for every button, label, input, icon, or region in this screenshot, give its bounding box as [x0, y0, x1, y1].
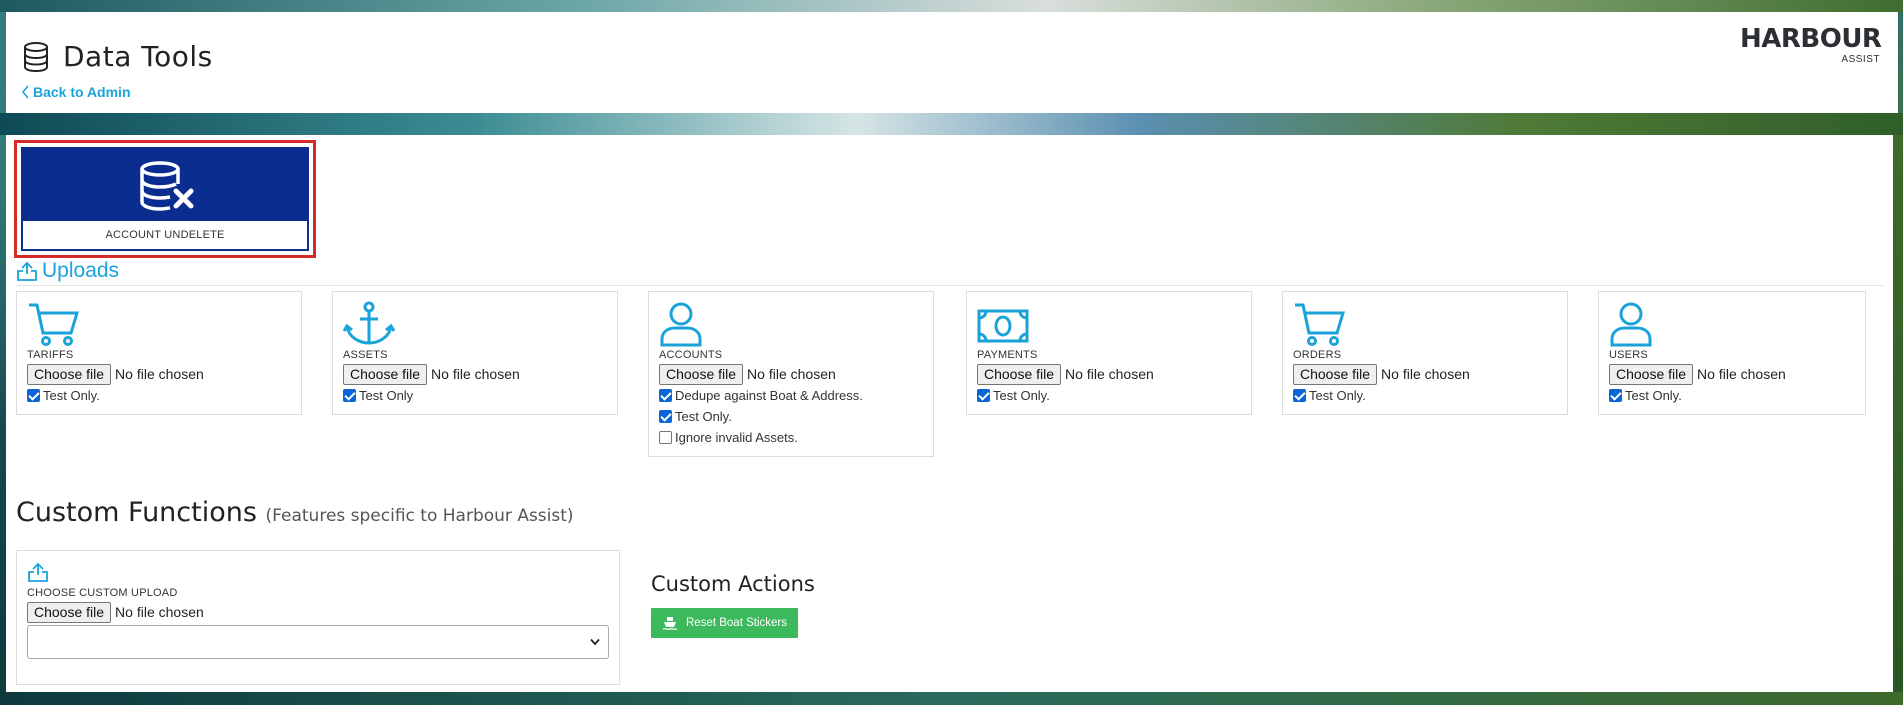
user-icon	[660, 302, 702, 347]
custom-functions-heading: Custom Functions (Features specific to H…	[16, 497, 574, 528]
account-undelete-tile[interactable]: ACCOUNT UNDELETE	[21, 147, 309, 251]
file-status: No file chosen	[1065, 366, 1154, 382]
card-label: ACCOUNTS	[659, 349, 723, 361]
card-label: USERS	[1609, 349, 1648, 361]
checkbox-label: Test Only	[359, 388, 414, 403]
card-label: PAYMENTS	[977, 349, 1038, 361]
upload-card-accounts: ACCOUNTS Choose file No file chosen Dedu…	[648, 291, 934, 457]
database-icon	[24, 41, 48, 72]
checkbox-label: Test Only.	[1625, 388, 1682, 403]
upload-card-payments: PAYMENTS Choose file No file chosen Test…	[966, 291, 1252, 415]
upload-card-orders: ORDERS Choose file No file chosen Test O…	[1282, 291, 1568, 415]
uploads-heading-text: Uploads	[42, 259, 120, 282]
reset-boat-stickers-button[interactable]: Reset Boat Stickers	[651, 608, 798, 638]
file-input: Choose file No file chosen	[27, 601, 609, 623]
file-status: No file chosen	[115, 366, 204, 382]
file-input: Choose file No file chosen	[27, 363, 291, 385]
background-image-right	[1893, 135, 1903, 692]
background-image-top	[0, 0, 1903, 12]
chevron-down-icon	[590, 638, 600, 646]
upload-icon	[17, 261, 37, 281]
cart-icon	[1295, 303, 1345, 346]
account-undelete-highlight: ACCOUNT UNDELETE	[14, 140, 316, 258]
custom-upload-label: CHOOSE CUSTOM UPLOAD	[27, 587, 178, 599]
test-only-checkbox[interactable]	[977, 389, 990, 402]
checkbox-row: Ignore invalid Assets.	[659, 427, 923, 448]
checkbox-label: Test Only.	[1309, 388, 1366, 403]
file-input: Choose file No file chosen	[977, 363, 1241, 385]
ignore-invalid-assets-checkbox[interactable]	[659, 431, 672, 444]
checkbox-row: Test Only.	[27, 385, 291, 406]
choose-file-button[interactable]: Choose file	[27, 601, 112, 623]
file-input: Choose file No file chosen	[1293, 363, 1557, 385]
cart-icon	[29, 303, 79, 346]
test-only-checkbox[interactable]	[659, 410, 672, 423]
harbour-assist-logo: HARBOUR ASSIST	[1740, 24, 1882, 65]
page-header: Data Tools Back to Admin HARBOUR ASSIST	[6, 12, 1898, 113]
background-image-middle	[0, 113, 1903, 135]
dedupe-checkbox[interactable]	[659, 389, 672, 402]
chevron-left-icon	[21, 85, 29, 99]
card-label: ASSETS	[343, 349, 388, 361]
file-input: Choose file No file chosen	[343, 363, 607, 385]
custom-functions-title: Custom Functions	[16, 497, 257, 528]
custom-actions-heading: Custom Actions	[651, 572, 815, 596]
test-only-checkbox[interactable]	[1293, 389, 1306, 402]
database-delete-icon	[140, 161, 194, 211]
choose-file-button[interactable]: Choose file	[1293, 363, 1378, 385]
file-status: No file chosen	[115, 604, 204, 620]
divider	[16, 285, 1884, 286]
custom-upload-card: CHOOSE CUSTOM UPLOAD Choose file No file…	[16, 550, 620, 685]
upload-card-users: USERS Choose file No file chosen Test On…	[1598, 291, 1866, 415]
checkbox-label: Test Only.	[993, 388, 1050, 403]
checkbox-row: Dedupe against Boat & Address.	[659, 385, 923, 406]
anchor-icon	[343, 301, 395, 345]
file-input: Choose file No file chosen	[659, 363, 923, 385]
test-only-checkbox[interactable]	[1609, 389, 1622, 402]
test-only-checkbox[interactable]	[27, 389, 40, 402]
card-label: TARIFFS	[27, 349, 74, 361]
uploads-heading: Uploads	[16, 259, 119, 283]
choose-file-button[interactable]: Choose file	[343, 363, 428, 385]
file-status: No file chosen	[747, 366, 836, 382]
background-image-bottom	[0, 692, 1903, 705]
choose-file-button[interactable]: Choose file	[659, 363, 744, 385]
file-status: No file chosen	[431, 366, 520, 382]
checkbox-row: Test Only.	[1293, 385, 1557, 406]
money-icon	[977, 309, 1029, 343]
checkbox-label: Ignore invalid Assets.	[675, 430, 798, 445]
upload-card-tariffs: TARIFFS Choose file No file chosen Test …	[16, 291, 302, 415]
checkbox-row: Test Only	[343, 385, 607, 406]
test-only-checkbox[interactable]	[343, 389, 356, 402]
checkbox-row: Test Only.	[659, 406, 923, 427]
checkbox-label: Test Only.	[43, 388, 100, 403]
account-undelete-label: ACCOUNT UNDELETE	[23, 221, 307, 249]
choose-file-button[interactable]: Choose file	[27, 363, 112, 385]
user-icon	[1610, 302, 1652, 347]
back-link-label: Back to Admin	[33, 84, 131, 100]
upload-icon	[28, 562, 48, 582]
card-label: ORDERS	[1293, 349, 1342, 361]
reset-button-label: Reset Boat Stickers	[686, 617, 787, 629]
checkbox-label: Dedupe against Boat & Address.	[675, 388, 863, 403]
title-wrap: Data Tools	[21, 40, 213, 73]
choose-file-button[interactable]: Choose file	[1609, 363, 1694, 385]
main-panel: ACCOUNT UNDELETE Uploads TARIFFS Choose …	[6, 135, 1893, 692]
page-title: Data Tools	[63, 40, 213, 73]
file-input: Choose file No file chosen	[1609, 363, 1855, 385]
checkbox-label: Test Only.	[675, 409, 732, 424]
upload-card-assets: ASSETS Choose file No file chosen Test O…	[332, 291, 618, 415]
file-status: No file chosen	[1381, 366, 1470, 382]
custom-functions-subtitle: (Features specific to Harbour Assist)	[265, 506, 574, 526]
choose-file-button[interactable]: Choose file	[977, 363, 1062, 385]
ship-icon	[662, 617, 678, 630]
file-status: No file chosen	[1697, 366, 1786, 382]
custom-upload-select[interactable]	[27, 625, 609, 659]
back-to-admin-link[interactable]: Back to Admin	[21, 84, 131, 100]
logo-main-text: HARBOUR	[1740, 24, 1882, 54]
checkbox-row: Test Only.	[1609, 385, 1855, 406]
logo-sub-text: ASSIST	[1841, 54, 1880, 65]
checkbox-row: Test Only.	[977, 385, 1241, 406]
